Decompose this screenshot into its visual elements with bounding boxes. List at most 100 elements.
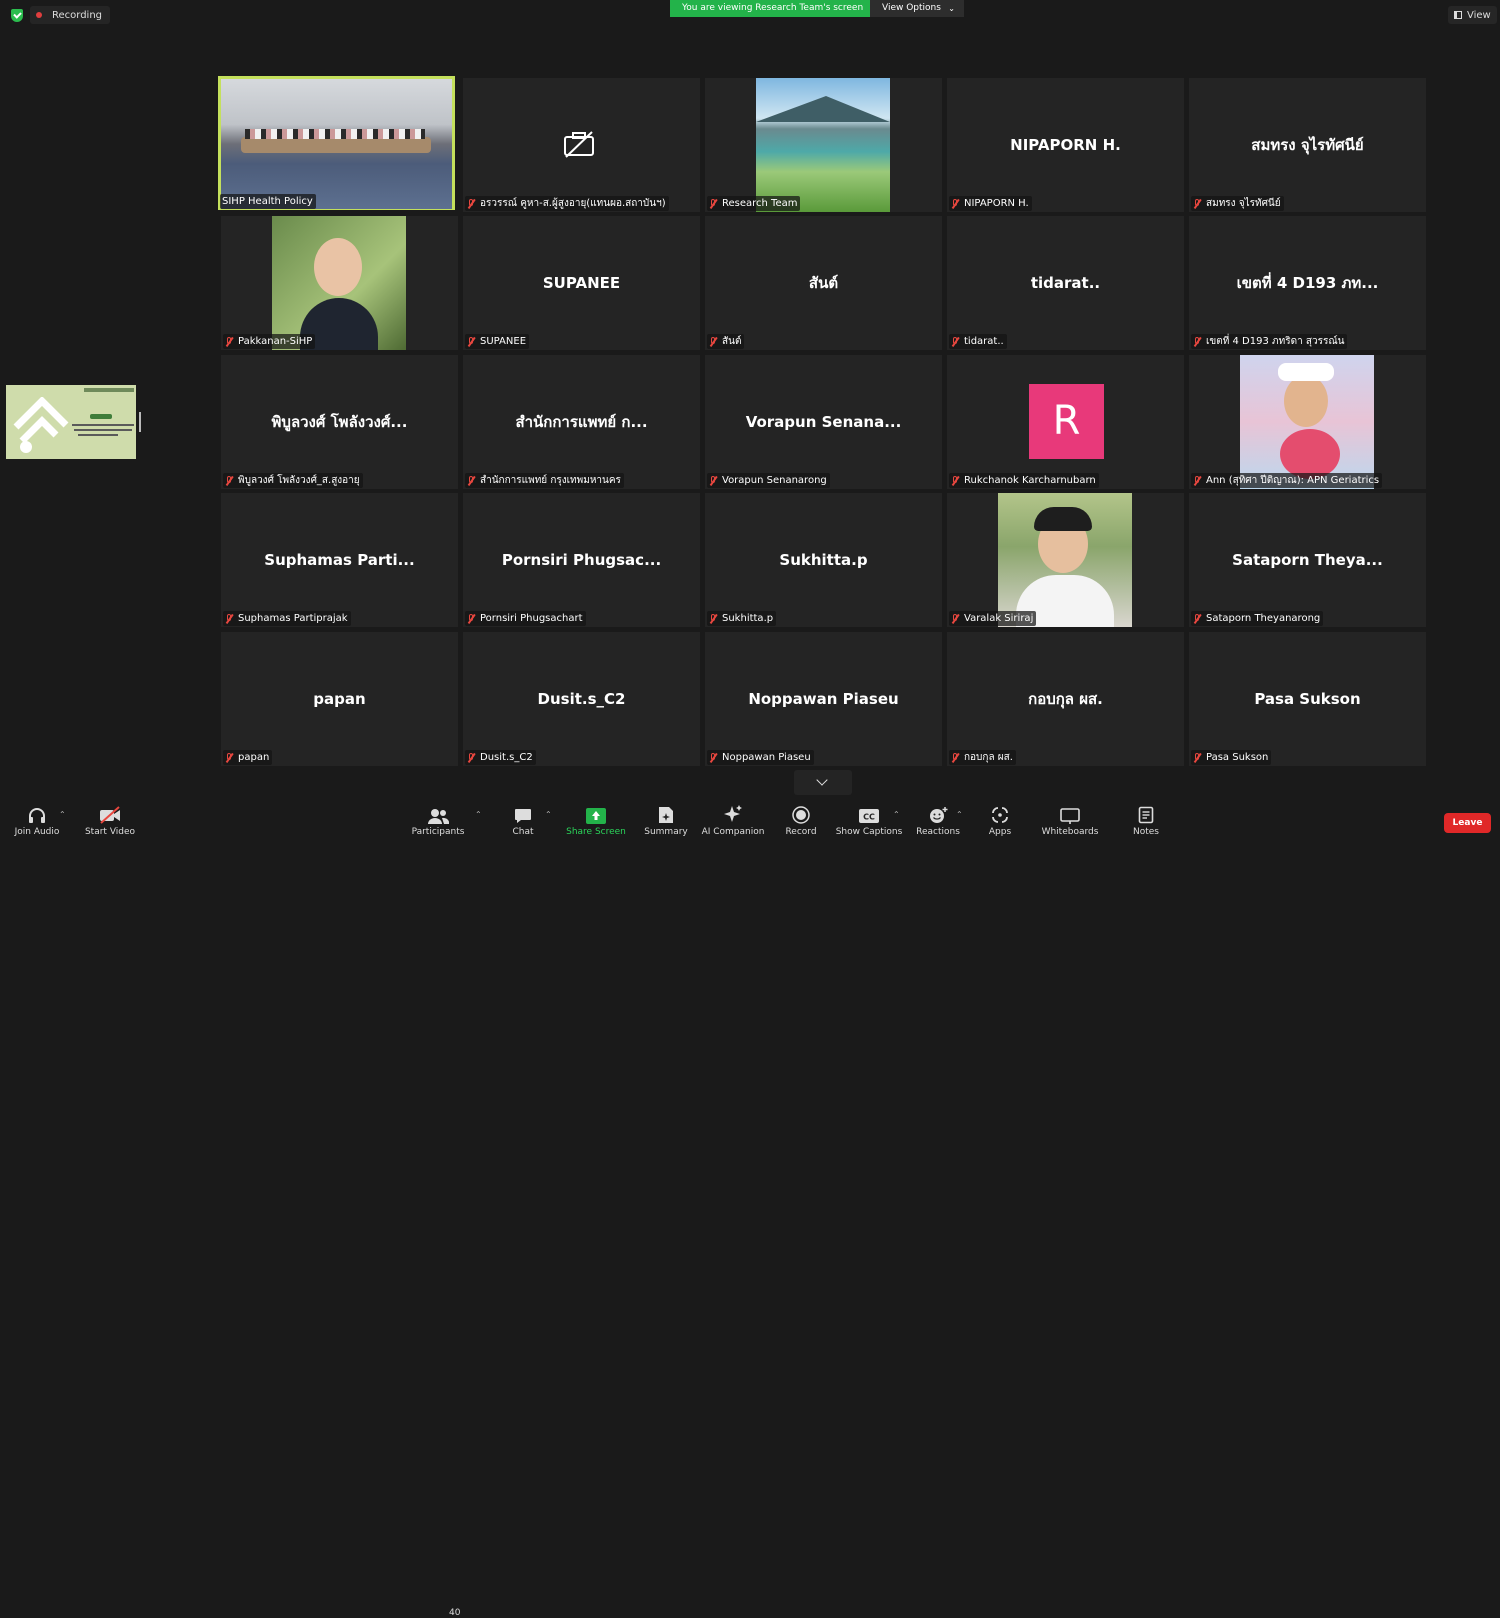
participant-display-name: สันต์	[808, 274, 839, 292]
shared-text-line	[72, 424, 134, 426]
collapse-grid-button[interactable]	[794, 770, 852, 795]
participant-name-label: Suphamas Partiprajak	[223, 611, 351, 626]
participant-name-label: เขตที่ 4 D193 ภทริดา สุวรรณ์น	[1191, 334, 1348, 349]
participant-tile[interactable]: SUPANEE SUPANEE	[463, 216, 700, 350]
muted-mic-icon	[709, 752, 717, 763]
participant-name-label: Pakkanan-SiHP	[223, 334, 316, 349]
notes-button[interactable]: Notes	[1126, 800, 1166, 843]
participant-display-name: กอบกุล ผส.	[1028, 690, 1103, 708]
participant-tile[interactable]: พิบูลวงศ์ โพลังวงศ์... พิบูลวงศ์ โพลังวง…	[221, 355, 458, 489]
portrait-face	[1284, 375, 1328, 427]
view-button[interactable]: View	[1448, 6, 1497, 24]
participant-tile[interactable]: Sataporn Theya... Sataporn Theyanarong	[1189, 493, 1426, 627]
participant-name-label: สมทรง จุไรทัศนีย์	[1191, 196, 1284, 211]
join-audio-button[interactable]: Join Audio	[12, 800, 62, 843]
apps-icon	[992, 807, 1008, 823]
video-feed-meeting-room	[221, 79, 452, 209]
panel-splitter-handle[interactable]	[139, 412, 141, 432]
participant-display-name: papan	[313, 690, 366, 708]
view-layout-icon	[1454, 11, 1462, 19]
participant-tile[interactable]: Dusit.s_C2 Dusit.s_C2	[463, 632, 700, 766]
participant-display-name: Noppawan Piaseu	[748, 690, 899, 708]
participant-tile[interactable]: สันต์ สันต์	[705, 216, 942, 350]
participant-name-label: Sataporn Theyanarong	[1191, 611, 1324, 626]
participant-display-name: สำนักการแพทย์ ก...	[515, 413, 648, 431]
shared-screen-thumbnail[interactable]	[6, 385, 136, 459]
participant-display-name: Sataporn Theya...	[1232, 551, 1383, 569]
chat-icon	[515, 809, 531, 823]
participant-name-label: อรวรรณ์ คูหา-ส.ผู้สูงอายุ(แทนผอ.สถาบันฯ)	[465, 196, 669, 211]
share-screen-button[interactable]: Share Screen	[566, 800, 626, 843]
participant-name-label: NIPAPORN H.	[949, 196, 1032, 211]
participant-tile[interactable]: R Rukchanok Karcharnubarn	[947, 355, 1184, 489]
participant-tile[interactable]: กอบกุล ผส. กอบกุล ผส.	[947, 632, 1184, 766]
participant-tile[interactable]: อรวรรณ์ คูหา-ส.ผู้สูงอายุ(แทนผอ.สถาบันฯ)	[463, 78, 700, 212]
show-captions-button[interactable]: CC Show Captions	[836, 800, 902, 843]
whiteboards-button[interactable]: Whiteboards	[1040, 800, 1100, 843]
chat-caret-icon[interactable]: ⌃	[545, 810, 552, 819]
shared-title-pill	[90, 414, 112, 419]
participant-tile[interactable]: สำนักการแพทย์ ก... สำนักการแพทย์ กรุงเทพ…	[463, 355, 700, 489]
reactions-caret-icon[interactable]: ⌃	[956, 810, 963, 819]
muted-mic-icon	[1193, 613, 1201, 624]
muted-mic-icon	[467, 752, 475, 763]
participant-tile[interactable]: Sukhitta.p Sukhitta.p	[705, 493, 942, 627]
participant-tile[interactable]: Vorapun Senana... Vorapun Senanarong	[705, 355, 942, 489]
participant-tile[interactable]: Pornsiri Phugsac... Pornsiri Phugsachart	[463, 493, 700, 627]
security-shield-icon[interactable]	[11, 9, 23, 22]
participants-caret-icon[interactable]: ⌃	[475, 810, 482, 819]
participants-button[interactable]: Participants	[410, 800, 466, 843]
participant-display-name: tidarat..	[1030, 274, 1101, 292]
recording-indicator[interactable]: Recording	[30, 6, 111, 24]
chat-button[interactable]: Chat	[503, 800, 543, 843]
reactions-button[interactable]: Reactions	[914, 800, 962, 843]
record-button[interactable]: Record	[780, 800, 822, 843]
muted-mic-icon	[1193, 475, 1201, 486]
participant-name-label: tidarat..	[949, 334, 1007, 349]
portrait-face	[314, 238, 362, 296]
participant-tile[interactable]: Pakkanan-SiHP	[221, 216, 458, 350]
summary-button[interactable]: Summary	[642, 800, 690, 843]
participant-tile[interactable]: Suphamas Parti... Suphamas Partiprajak	[221, 493, 458, 627]
participant-tile[interactable]: Pasa Sukson Pasa Sukson	[1189, 632, 1426, 766]
video-off-icon	[564, 131, 594, 158]
record-icon	[792, 806, 810, 824]
view-options-button[interactable]: View Options ⌄	[870, 0, 964, 17]
participant-tile[interactable]: papan papan	[221, 632, 458, 766]
participant-tile[interactable]: Ann (สุทิศา ปีติญาณ): APN Geriatrics	[1189, 355, 1426, 489]
muted-mic-icon	[467, 198, 475, 209]
muted-mic-icon	[225, 475, 233, 486]
start-video-button[interactable]: Start Video	[83, 800, 137, 843]
video-feed-nurse	[1240, 355, 1374, 489]
participant-tile[interactable]: สมทรง จุไรทัศนีย์ สมทรง จุไรทัศนีย์	[1189, 78, 1426, 212]
leave-button[interactable]: Leave	[1444, 813, 1491, 833]
participant-name-label: กอบกุล ผส.	[949, 750, 1016, 765]
participant-tile[interactable]: SIHP Health Policy	[218, 76, 455, 210]
participant-display-name: พิบูลวงศ์ โพลังวงศ์...	[271, 413, 408, 431]
join-audio-caret-icon[interactable]: ⌃	[59, 810, 66, 819]
participant-tile[interactable]: Varalak Siriraj	[947, 493, 1184, 627]
participant-tile[interactable]: tidarat.. tidarat..	[947, 216, 1184, 350]
participant-tile[interactable]: Noppawan Piaseu Noppawan Piaseu	[705, 632, 942, 766]
ai-companion-button[interactable]: AI Companion	[700, 800, 766, 843]
shared-text-line	[74, 429, 132, 431]
muted-mic-icon	[709, 613, 717, 624]
participant-tile[interactable]: NIPAPORN H. NIPAPORN H.	[947, 78, 1184, 212]
recording-dot-icon	[36, 12, 42, 18]
participant-tile[interactable]: Research Team	[705, 78, 942, 212]
summary-icon	[659, 807, 673, 823]
participant-display-name: Suphamas Parti...	[264, 551, 415, 569]
participant-avatar: R	[1029, 384, 1104, 459]
participant-tile[interactable]: เขตที่ 4 D193 ภท... เขตที่ 4 D193 ภทริดา…	[1189, 216, 1426, 350]
participant-name-label: พิบูลวงศ์ โพลังวงศ์_ส.สูงอายุ	[223, 473, 363, 488]
ai-sparkle-icon	[724, 805, 742, 822]
participant-name-label: Vorapun Senanarong	[707, 473, 830, 488]
muted-mic-icon	[1193, 198, 1201, 209]
view-label: View	[1467, 9, 1491, 21]
chevron-down-icon: ⌄	[948, 4, 955, 13]
muted-mic-icon	[951, 613, 959, 624]
apps-button[interactable]: Apps	[980, 800, 1020, 843]
captions-caret-icon[interactable]: ⌃	[893, 810, 900, 819]
flower-bouquet	[1280, 429, 1340, 479]
participant-name-label: papan	[223, 750, 273, 765]
